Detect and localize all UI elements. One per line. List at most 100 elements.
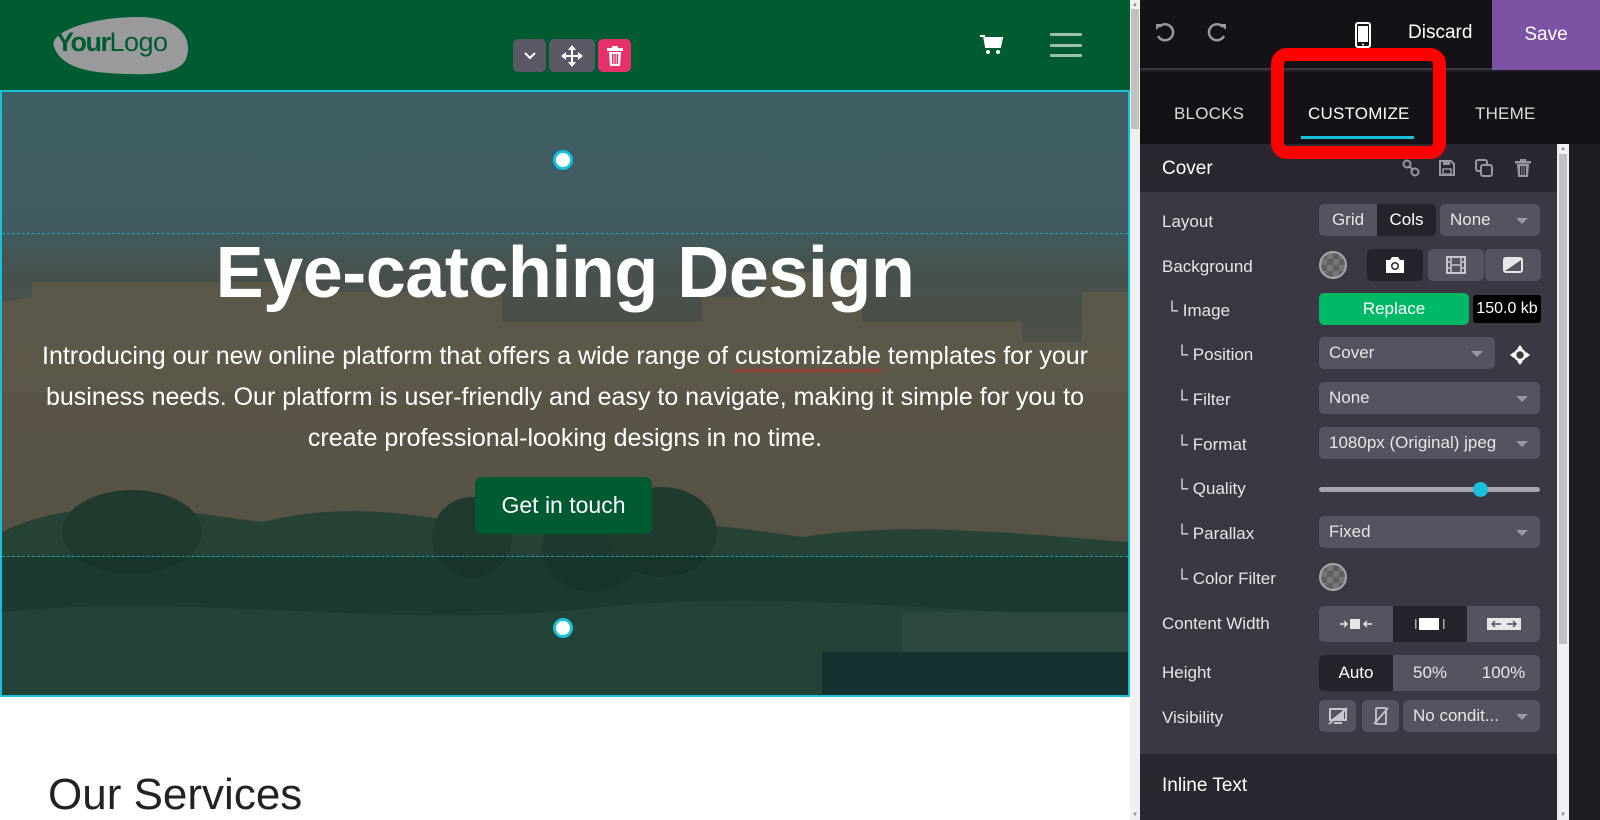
background-image-button[interactable] [1367,249,1423,281]
scroll-down-arrow-icon[interactable]: ▼ [1559,811,1567,819]
section-title: Cover [1162,158,1213,179]
editor-panel: Discard Save BLOCKS CUSTOMIZE THEME Cove… [1140,0,1600,820]
redo-button[interactable] [1206,22,1232,48]
narrow-width-icon [1340,619,1372,629]
trash-icon[interactable] [1514,159,1532,177]
mobile-preview-icon [1355,22,1371,48]
background-gradient-button[interactable] [1485,249,1541,281]
save-icon[interactable] [1438,159,1456,177]
quality-slider-thumb[interactable] [1473,482,1489,497]
layout-grid-button[interactable]: Grid [1319,204,1377,236]
cart-icon [980,35,1004,54]
height-toggle: Auto 50% 100% [1319,655,1540,691]
misspelled-word: customizable [735,342,881,370]
snippet-options-button[interactable] [513,39,546,72]
tab-theme[interactable]: THEME [1475,104,1536,124]
visibility-condition-dropdown[interactable]: No condit... [1403,700,1540,732]
option-label: └ Filter [1176,390,1231,409]
scroll-up-arrow-icon[interactable]: ▲ [1131,1,1139,9]
hamburger-menu-icon[interactable] [1050,33,1082,57]
site-header: YourLogo [0,0,1130,90]
inline-text-header[interactable]: Inline Text [1140,754,1557,820]
editor-topbar: Discard Save [1140,0,1600,70]
discard-button[interactable]: Discard [1408,22,1472,44]
hide-on-desktop-button[interactable] [1319,700,1356,732]
quality-slider[interactable] [1319,482,1540,497]
option-filter: └ Filter None [1140,382,1557,418]
tab-blocks[interactable]: BLOCKS [1174,104,1244,124]
cart-button[interactable] [980,34,1004,56]
option-label: Background [1162,257,1253,276]
mobile-preview-button[interactable] [1354,22,1374,50]
snippet-delete-button[interactable] [598,39,631,72]
position-adjust-button[interactable] [1510,345,1530,370]
active-tab-indicator [1301,136,1414,139]
panel-scrollbar-thumb[interactable] [1559,154,1567,644]
tab-customize[interactable]: CUSTOMIZE [1308,104,1410,124]
film-icon [1446,256,1466,274]
scroll-down-arrow-icon[interactable]: ▼ [1131,811,1139,819]
resize-handle-bottom[interactable] [553,618,573,638]
content-width-regular-button[interactable] [1393,606,1467,642]
background-video-button[interactable] [1428,249,1484,281]
layout-cols-button[interactable]: Cols [1377,204,1436,236]
option-visibility: Visibility No condit... [1140,700,1557,736]
option-label: └ Position [1176,345,1254,364]
caret-down-icon [1471,351,1483,357]
cover-lead-text[interactable]: Introducing our new online platform that… [42,336,1088,459]
caret-down-icon [1516,530,1528,536]
snippet-move-handle[interactable] [549,39,595,72]
chevron-down-icon [523,51,536,59]
option-label: └ Quality [1176,479,1246,498]
resize-handle-top[interactable] [553,150,573,170]
link-icon[interactable] [1402,159,1420,177]
hide-on-mobile-button[interactable] [1362,700,1399,732]
image-size-badge: 150.0 kb [1473,295,1541,323]
cover-title[interactable]: Eye-catching Design [2,232,1128,314]
inline-text-title: Inline Text [1162,775,1248,796]
position-dropdown[interactable]: Cover [1319,337,1495,369]
height-50-button[interactable]: 50% [1393,655,1467,691]
website-scrollbar-thumb[interactable] [1131,9,1139,129]
website-preview: YourLogo Eye-catching Design Introducing… [0,0,1130,820]
caret-down-icon [1516,396,1528,402]
site-logo[interactable]: YourLogo [48,15,192,75]
website-scrollbar[interactable]: ▲ ▼ [1130,0,1140,820]
format-dropdown[interactable]: 1080px (Original) jpeg [1319,427,1540,459]
height-auto-button[interactable]: Auto [1319,655,1393,691]
color-filter-swatch[interactable] [1319,563,1347,591]
option-label: └ Parallax [1176,524,1255,543]
regular-width-icon [1415,618,1445,630]
option-position: └ Position Cover [1140,337,1557,373]
filter-dropdown[interactable]: None [1319,382,1540,414]
get-in-touch-button[interactable]: Get in touch [475,477,652,534]
content-width-toggle [1319,606,1540,642]
height-100-button[interactable]: 100% [1467,655,1540,691]
option-label: └ Color Filter [1176,569,1276,588]
background-color-swatch[interactable] [1319,251,1347,279]
option-label: Layout [1162,212,1214,231]
snippet-toolbar [513,39,631,72]
cover-section[interactable]: Eye-catching Design Introducing our new … [0,90,1130,697]
trash-icon [606,45,623,66]
caret-down-icon [1516,714,1528,720]
replace-image-button[interactable]: Replace [1319,293,1469,325]
parallax-dropdown[interactable]: Fixed [1319,516,1540,548]
redo-icon [1207,22,1226,42]
content-width-full-button[interactable] [1467,606,1540,642]
duplicate-icon[interactable] [1475,159,1493,177]
save-button[interactable]: Save [1492,0,1600,70]
content-width-small-button[interactable] [1319,606,1393,642]
option-image: └ Image Replace 150.0 kb [1140,293,1557,329]
columns-dropdown[interactable]: None [1440,204,1540,236]
cover-options-header: Cover [1140,144,1557,192]
scroll-up-arrow-icon[interactable]: ▲ [1559,145,1567,153]
option-background: Background [1140,249,1557,285]
layout-toggle: Grid Cols [1319,204,1436,236]
services-title[interactable]: Our Services [48,770,302,820]
undo-button[interactable] [1154,22,1180,48]
option-layout: Layout Grid Cols None [1140,204,1557,240]
panel-scrollbar[interactable]: ▲ ▼ [1557,144,1569,820]
option-parallax: └ Parallax Fixed [1140,516,1557,552]
option-quality: └ Quality [1140,471,1557,507]
